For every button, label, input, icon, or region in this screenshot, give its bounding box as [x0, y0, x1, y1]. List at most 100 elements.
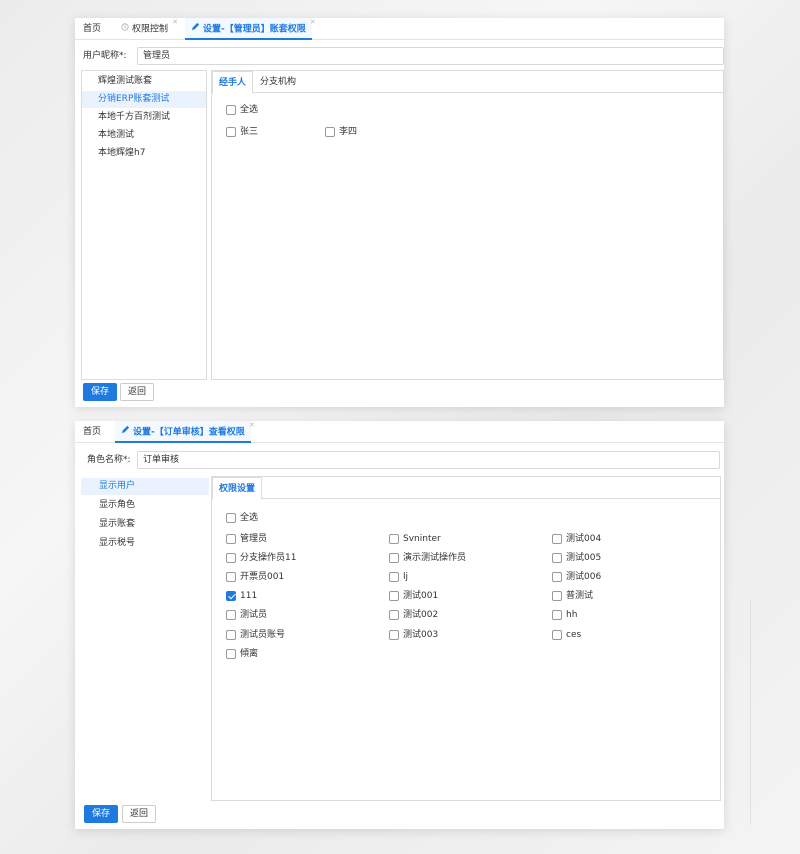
checkbox-label: 测试003 — [403, 629, 439, 640]
checkbox-box[interactable] — [226, 105, 236, 115]
save-button[interactable]: 保存 — [84, 805, 119, 823]
user-checkbox[interactable]: 测试003 — [389, 629, 439, 641]
checkbox-label: 演示测试操作员 — [403, 553, 467, 564]
checkbox-label: hh — [566, 610, 578, 621]
select-all-checkbox[interactable]: 全选 — [226, 105, 258, 116]
user-checkbox[interactable]: 傾离 — [226, 648, 258, 660]
permission-content: 经手人 分支机构 全选 张三 李四 — [211, 70, 724, 380]
user-checkbox[interactable]: 演示测试操作员 — [389, 553, 466, 564]
list-item[interactable]: 本地辉煌h7 — [82, 145, 206, 162]
checkbox-label: 测试002 — [403, 610, 439, 621]
checkbox-box[interactable] — [226, 127, 236, 137]
list-item-selected[interactable]: 显示用户 — [81, 478, 209, 495]
list-item-selected[interactable]: 分销ERP账套测试 — [82, 91, 206, 108]
checkbox-box[interactable] — [389, 591, 399, 602]
checkbox-box[interactable] — [552, 572, 562, 583]
role-name-field[interactable]: 订单审核 — [137, 451, 720, 469]
tab-permission-control[interactable]: 权限控制 ✕ — [115, 18, 178, 40]
user-checkbox[interactable]: ces — [552, 629, 581, 641]
tab-label: 设置-【订单审核】查看权限 — [133, 427, 245, 438]
checkbox-box[interactable] — [226, 648, 236, 659]
tab-view-permission[interactable]: 设置-【订单审核】查看权限 ✕ — [115, 421, 255, 443]
checkbox-box[interactable] — [325, 127, 335, 137]
checkbox-label: 测试004 — [566, 534, 602, 544]
user-checkbox[interactable]: 开票员001 — [226, 572, 284, 583]
checkbox-label: 全选 — [240, 105, 259, 115]
checkbox-box[interactable] — [552, 534, 562, 544]
tab-permission-settings[interactable]: 权限设置 — [212, 477, 263, 500]
select-all-checkbox[interactable]: 全选 — [226, 513, 258, 524]
user-checkbox[interactable]: 测试004 — [552, 534, 601, 545]
checkbox-box[interactable] — [226, 591, 236, 602]
tab-home[interactable]: 首页 — [77, 18, 107, 40]
user-checkbox[interactable]: 测试006 — [552, 572, 601, 583]
tab-label: 权限控制 — [132, 24, 169, 35]
account-permission-window: 首页 权限控制 ✕ 设置-【管理员】账套权限 ✕ 用户昵称*: 管理员 辉煌测试… — [75, 18, 724, 407]
checkbox-box[interactable] — [552, 610, 562, 621]
user-checkbox[interactable]: lj — [389, 572, 408, 583]
back-button[interactable]: 返回 — [120, 383, 155, 401]
tab-home[interactable]: 首页 — [77, 421, 107, 443]
checkbox-box[interactable] — [226, 513, 236, 523]
user-checkbox[interactable]: 测试员账号 — [226, 629, 286, 641]
checkbox-label: 测试员账号 — [240, 629, 286, 640]
close-icon[interactable]: ✕ — [249, 414, 255, 436]
handler-checkbox[interactable]: 张三 — [226, 127, 258, 138]
user-checkbox[interactable]: 分支操作员11 — [226, 553, 296, 564]
checkbox-box[interactable] — [226, 610, 236, 621]
list-item[interactable]: 本地千方百剂测试 — [82, 109, 206, 126]
checkbox-box[interactable] — [226, 534, 236, 544]
checkbox-box[interactable] — [226, 629, 236, 640]
tab-bar: 首页 权限控制 ✕ 设置-【管理员】账套权限 ✕ — [75, 18, 724, 40]
checkbox-box[interactable] — [552, 553, 562, 564]
checkbox-box[interactable] — [389, 534, 399, 544]
checkbox-label: 管理员 — [240, 534, 268, 544]
username-field[interactable]: 管理员 — [137, 47, 724, 65]
checkbox-label: 测试005 — [566, 553, 602, 564]
user-checkbox[interactable]: Svninter — [389, 534, 441, 545]
back-button[interactable]: 返回 — [122, 805, 157, 823]
list-item[interactable]: 辉煌测试账套 — [82, 73, 206, 90]
view-permission-window: 首页 设置-【订单审核】查看权限 ✕ 角色名称*: 订单审核 显示用户 显示角色… — [75, 421, 724, 829]
checkbox-box[interactable] — [552, 629, 562, 640]
user-checkbox[interactable]: 测试002 — [389, 610, 438, 621]
user-checkbox[interactable]: 111 — [226, 591, 257, 602]
tab-handler[interactable]: 经手人 — [212, 71, 254, 94]
tab-bar: 首页 设置-【订单审核】查看权限 ✕ — [75, 421, 724, 443]
tab-label: 首页 — [83, 427, 102, 437]
tab-branch[interactable]: 分支机构 — [254, 71, 302, 94]
account-list: 辉煌测试账套 分销ERP账套测试 本地千方百剂测试 本地测试 本地辉煌h7 — [81, 70, 207, 380]
permission-settings: 权限设置 全选 管理员分支操作员11 开票员001 111 测试员测试员账号傾离 Svn… — [211, 476, 721, 801]
display-options-list: 显示用户 显示角色 显示账套 显示税号 — [81, 476, 209, 800]
checkbox-label: 开票员001 — [240, 572, 285, 583]
user-checkbox[interactable]: 管理员 — [226, 534, 267, 545]
user-checkbox[interactable]: 测试001 — [389, 591, 438, 602]
user-checkbox[interactable]: 测试员 — [226, 610, 267, 621]
list-item[interactable]: 显示税号 — [81, 535, 209, 552]
user-checkbox[interactable]: hh — [552, 610, 577, 621]
checkbox-box[interactable] — [226, 572, 236, 583]
user-checkbox[interactable]: 测试005 — [552, 553, 601, 564]
list-item[interactable]: 显示账套 — [81, 516, 209, 533]
close-icon[interactable]: ✕ — [172, 11, 178, 33]
role-name-row: 角色名称*: 订单审核 — [75, 451, 724, 469]
save-button[interactable]: 保存 — [83, 383, 118, 401]
user-checkbox[interactable]: 普测试 — [552, 591, 593, 602]
role-name-label: 角色名称*: — [87, 455, 131, 465]
pencil-icon — [191, 18, 200, 40]
checkbox-box[interactable] — [226, 553, 236, 564]
checkbox-box[interactable] — [389, 553, 399, 564]
checkbox-box[interactable] — [389, 629, 399, 640]
list-item[interactable]: 本地测试 — [82, 127, 206, 144]
list-item[interactable]: 显示角色 — [81, 497, 209, 514]
checkbox-label: 普测试 — [566, 591, 594, 602]
checkbox-box[interactable] — [389, 572, 399, 583]
tab-account-permission[interactable]: 设置-【管理员】账套权限 ✕ — [185, 18, 316, 40]
checkbox-label: lj — [403, 572, 409, 583]
checkbox-label: 李四 — [339, 127, 358, 137]
checkbox-box[interactable] — [552, 591, 562, 602]
close-icon[interactable]: ✕ — [310, 11, 316, 33]
handler-checkbox[interactable]: 李四 — [325, 127, 357, 138]
clock-icon — [121, 18, 129, 40]
checkbox-box[interactable] — [389, 610, 399, 621]
